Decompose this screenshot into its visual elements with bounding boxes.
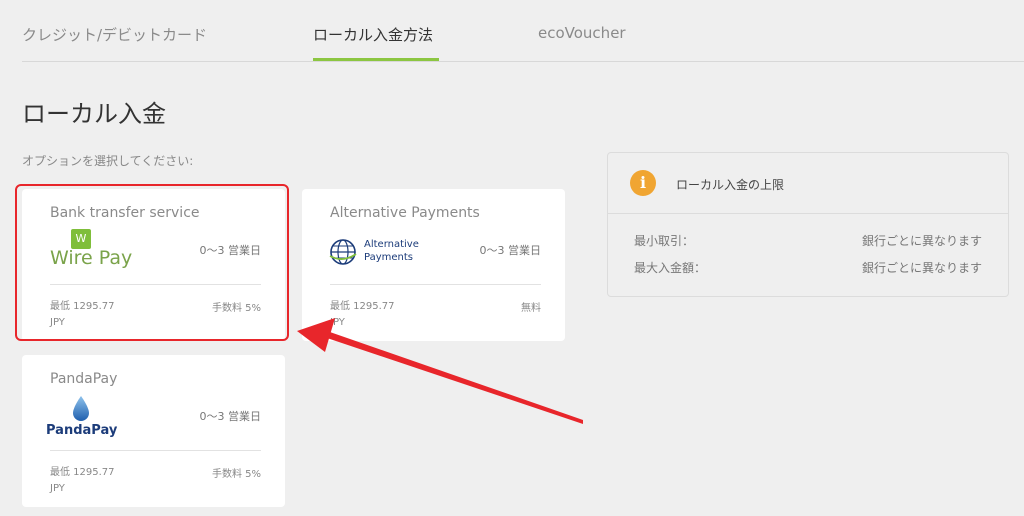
page-title: ローカル入金 [22, 100, 166, 128]
option-minimum: 最低 1295.77 JPY [50, 301, 115, 328]
option-name: Bank transfer service [50, 205, 200, 221]
option-card-alternative-payments[interactable]: Alternative Payments Alternative Payment… [302, 189, 565, 341]
option-fee: 無料 [521, 303, 541, 314]
option-name: PandaPay [50, 371, 118, 387]
wirepay-logo-text: Wire Pay [50, 247, 133, 269]
option-name: Alternative Payments [330, 205, 480, 221]
option-eta: 0～3 営業日 [479, 244, 542, 257]
wirepay-logo: W Wire Pay [50, 229, 133, 271]
limits-row-label: 最小取引： [634, 234, 695, 248]
option-eta: 0～3 営業日 [199, 410, 262, 423]
alternative-payments-logo: Alternative Payments [328, 235, 428, 269]
option-minimum: 最低 1295.77 JPY [50, 467, 115, 494]
option-fee: 手数料 5% [211, 303, 261, 314]
limits-row-value: 銀行ごとに異なります [861, 261, 982, 275]
limits-row-label: 最大入金額： [634, 261, 707, 275]
info-icon: i [630, 170, 656, 196]
option-minimum: 最低 1295.77 JPY [330, 301, 395, 328]
tab-bar: クレジット/デビットカード ローカル入金方法 ecoVoucher [0, 0, 1024, 62]
limits-row-maximum: 最大入金額： 銀行ごとに異なります [634, 259, 982, 276]
option-prompt: オプションを選択してください: [22, 154, 194, 168]
local-deposit-limits-panel: i ローカル入金の上限 最小取引： 銀行ごとに異なります 最大入金額： 銀行ごと… [607, 152, 1009, 297]
tab-credit-debit-card[interactable]: クレジット/デビットカード [22, 24, 207, 45]
tab-divider [22, 61, 1024, 62]
pandapay-logo-text: PandaPay [46, 423, 118, 438]
card-divider [50, 284, 261, 285]
globe-icon [329, 239, 357, 265]
tab-ecovoucher[interactable]: ecoVoucher [538, 24, 626, 42]
card-divider [50, 450, 261, 451]
pandapay-logo: PandaPay [46, 395, 118, 439]
limits-row-value: 銀行ごとに異なります [861, 234, 982, 248]
option-fee: 手数料 5% [211, 469, 261, 480]
wirepay-badge: W [71, 229, 91, 249]
limits-header: i ローカル入金の上限 [608, 153, 1008, 214]
option-card-pandapay[interactable]: PandaPay PandaPay 0～3 営業日 最低 1295.77 JPY… [22, 355, 285, 507]
option-card-bank-transfer[interactable]: Bank transfer service W Wire Pay 0～3 営業日… [22, 189, 285, 341]
tab-local-deposit[interactable]: ローカル入金方法 [313, 24, 433, 45]
water-drop-icon [73, 396, 89, 421]
option-eta: 0～3 営業日 [199, 244, 262, 257]
alternative-payments-logo-text: Alternative Payments [364, 239, 419, 263]
limits-row-minimum: 最小取引： 銀行ごとに異なります [634, 232, 982, 249]
card-divider [330, 284, 541, 285]
limits-title: ローカル入金の上限 [676, 178, 785, 192]
